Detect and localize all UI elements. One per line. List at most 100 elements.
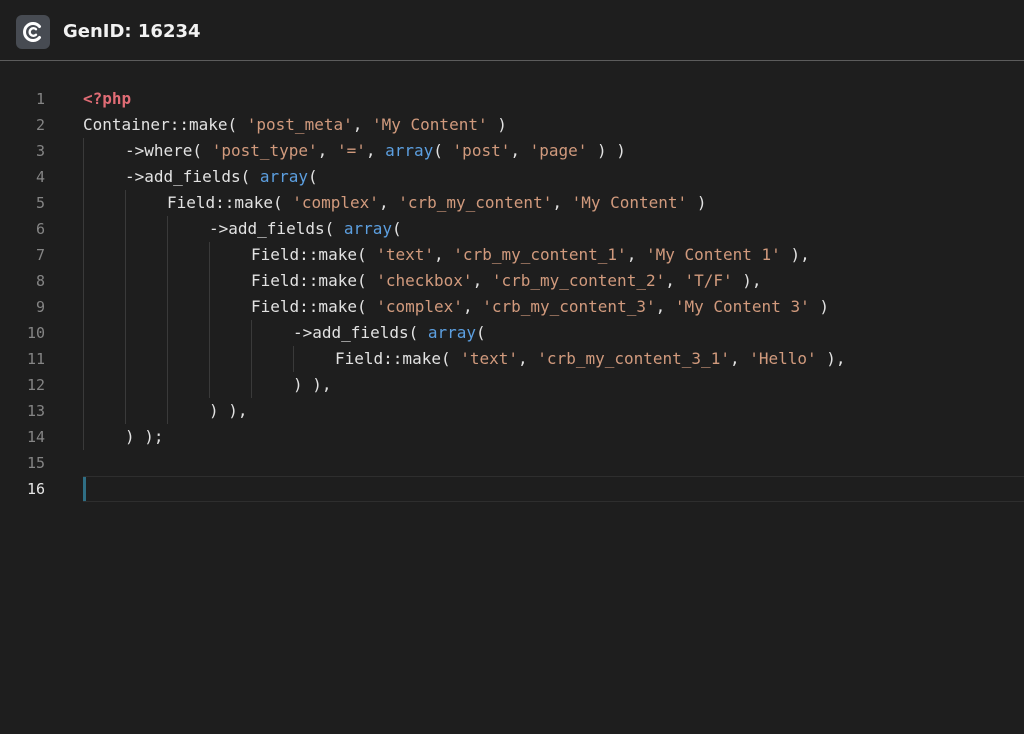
header-bar: GenID: 16234 bbox=[0, 0, 1024, 61]
line-number: 12 bbox=[26, 376, 45, 394]
code-line: 14 ) ); bbox=[0, 424, 1024, 450]
line-number: 3 bbox=[35, 142, 45, 160]
line-number: 16 bbox=[26, 480, 45, 498]
code-line: 9 Field::make( 'complex', 'crb_my_content… bbox=[0, 294, 1024, 320]
code-token: , bbox=[510, 141, 530, 160]
indent-guide bbox=[209, 242, 210, 398]
code-token: Field::make( bbox=[251, 271, 377, 290]
code-token: , bbox=[518, 349, 538, 368]
string-token: 'post_type' bbox=[211, 141, 318, 160]
code-editor[interactable]: 1 <?php2 Container::make( 'post_meta', 'My… bbox=[0, 62, 1024, 734]
code-token: , bbox=[626, 245, 646, 264]
code-line: 11 Field::make( 'text', 'crb_my_content_3… bbox=[0, 346, 1024, 372]
string-token: 'My Content 1' bbox=[645, 245, 781, 264]
keyword-token: array bbox=[427, 323, 477, 342]
code-line: 5 Field::make( 'complex', 'crb_my_content… bbox=[0, 190, 1024, 216]
string-token: 'crb_my_content_2' bbox=[491, 271, 666, 290]
code-text: ) ), bbox=[293, 372, 332, 398]
code-line: 2 Container::make( 'post_meta', 'My Conte… bbox=[0, 112, 1024, 138]
code-text: Container::make( 'post_meta', 'My Conten… bbox=[83, 112, 507, 138]
code-line: 7 Field::make( 'text', 'crb_my_content_1'… bbox=[0, 242, 1024, 268]
code-text: Field::make( 'complex', 'crb_my_content'… bbox=[167, 190, 706, 216]
code-token: ) bbox=[687, 193, 707, 212]
string-token: 'crb_my_content_3_1' bbox=[537, 349, 730, 368]
code-token: ) ), bbox=[293, 375, 332, 394]
code-viewer-window: GenID: 16234 1 <?php2 Container::make( 'po… bbox=[0, 0, 1024, 734]
string-token: '=' bbox=[336, 141, 366, 160]
string-token: 'crb_my_content' bbox=[398, 193, 553, 212]
line-number: 4 bbox=[35, 168, 45, 186]
line-number: 7 bbox=[35, 246, 45, 264]
string-token: 'My Content' bbox=[372, 115, 488, 134]
indent-guide bbox=[83, 138, 84, 450]
code-token: , bbox=[317, 141, 337, 160]
keyword-token: array bbox=[385, 141, 434, 160]
code-token: , bbox=[472, 271, 492, 290]
string-token: 'My Content 3' bbox=[674, 297, 810, 316]
code-line: 10 ->add_fields( array( bbox=[0, 320, 1024, 346]
line-number: 6 bbox=[35, 220, 45, 238]
string-token: 'text' bbox=[376, 245, 435, 264]
code-token: ->add_fields( bbox=[293, 323, 428, 342]
code-token: ) ), bbox=[209, 401, 248, 420]
code-token: ( bbox=[476, 323, 486, 342]
page-title: GenID: 16234 bbox=[63, 21, 201, 42]
indent-guide bbox=[293, 346, 294, 372]
line-number: 10 bbox=[26, 324, 45, 342]
string-token: 'complex' bbox=[376, 297, 463, 316]
genid-logo-icon bbox=[16, 15, 50, 49]
code-token: , bbox=[365, 141, 386, 160]
string-token: 'crb_my_content_3' bbox=[482, 297, 656, 316]
code-token: , bbox=[434, 245, 454, 264]
code-token: ->add_fields( bbox=[125, 167, 260, 186]
code-text: ->add_fields( array( bbox=[209, 216, 402, 242]
string-token: 'text' bbox=[460, 349, 519, 368]
code-token: , bbox=[655, 297, 675, 316]
code-text: ->add_fields( array( bbox=[125, 164, 318, 190]
line-number: 1 bbox=[35, 90, 45, 108]
code-token: , bbox=[462, 297, 483, 316]
code-text: ) ); bbox=[125, 424, 164, 450]
line-number: 2 bbox=[35, 116, 45, 134]
code-token: ( bbox=[308, 167, 318, 186]
string-token: 'complex' bbox=[292, 193, 379, 212]
code-line: 12 ) ), bbox=[0, 372, 1024, 398]
code-line: 4 ->add_fields( array( bbox=[0, 164, 1024, 190]
code-token: ) bbox=[487, 115, 507, 134]
code-token: ) ) bbox=[587, 141, 626, 160]
code-token: ), bbox=[816, 349, 846, 368]
string-token: 'My Content' bbox=[571, 193, 688, 212]
keyword-token: array bbox=[343, 219, 393, 238]
code-token: , bbox=[352, 115, 372, 134]
string-token: 'Hello' bbox=[749, 349, 817, 368]
code-line: 15 bbox=[0, 450, 1024, 476]
indent-guide bbox=[251, 320, 252, 398]
code-text: Field::make( 'text', 'crb_my_content_3_1… bbox=[335, 346, 846, 372]
line-number: 13 bbox=[26, 402, 45, 420]
code-text: ->where( 'post_type', '=', array( 'post'… bbox=[125, 138, 626, 164]
code-text: Field::make( 'complex', 'crb_my_content_… bbox=[251, 294, 829, 320]
line-number: 5 bbox=[35, 194, 45, 212]
code-token: ) ); bbox=[125, 427, 164, 446]
code-text: <?php bbox=[83, 86, 131, 112]
code-token: , bbox=[729, 349, 750, 368]
code-token: ), bbox=[732, 271, 762, 290]
indent-guide bbox=[167, 216, 168, 424]
code-token: ( bbox=[433, 141, 453, 160]
line-number: 11 bbox=[26, 350, 45, 368]
code-token: ( bbox=[392, 219, 402, 238]
keyword-token: array bbox=[259, 167, 309, 186]
code-token: ) bbox=[809, 297, 829, 316]
string-token: 'T/F' bbox=[684, 271, 733, 290]
indent-guide bbox=[125, 190, 126, 424]
string-token: 'post_meta' bbox=[246, 115, 353, 134]
code-token: ), bbox=[780, 245, 810, 264]
line-number: 14 bbox=[26, 428, 45, 446]
code-token: , bbox=[552, 193, 572, 212]
code-token: ->where( bbox=[125, 141, 212, 160]
code-token: Container::make( bbox=[83, 115, 247, 134]
code-token: Field::make( bbox=[335, 349, 461, 368]
code-token: Field::make( bbox=[167, 193, 293, 212]
code-token: ->add_fields( bbox=[209, 219, 344, 238]
code-line: 6 ->add_fields( array( bbox=[0, 216, 1024, 242]
